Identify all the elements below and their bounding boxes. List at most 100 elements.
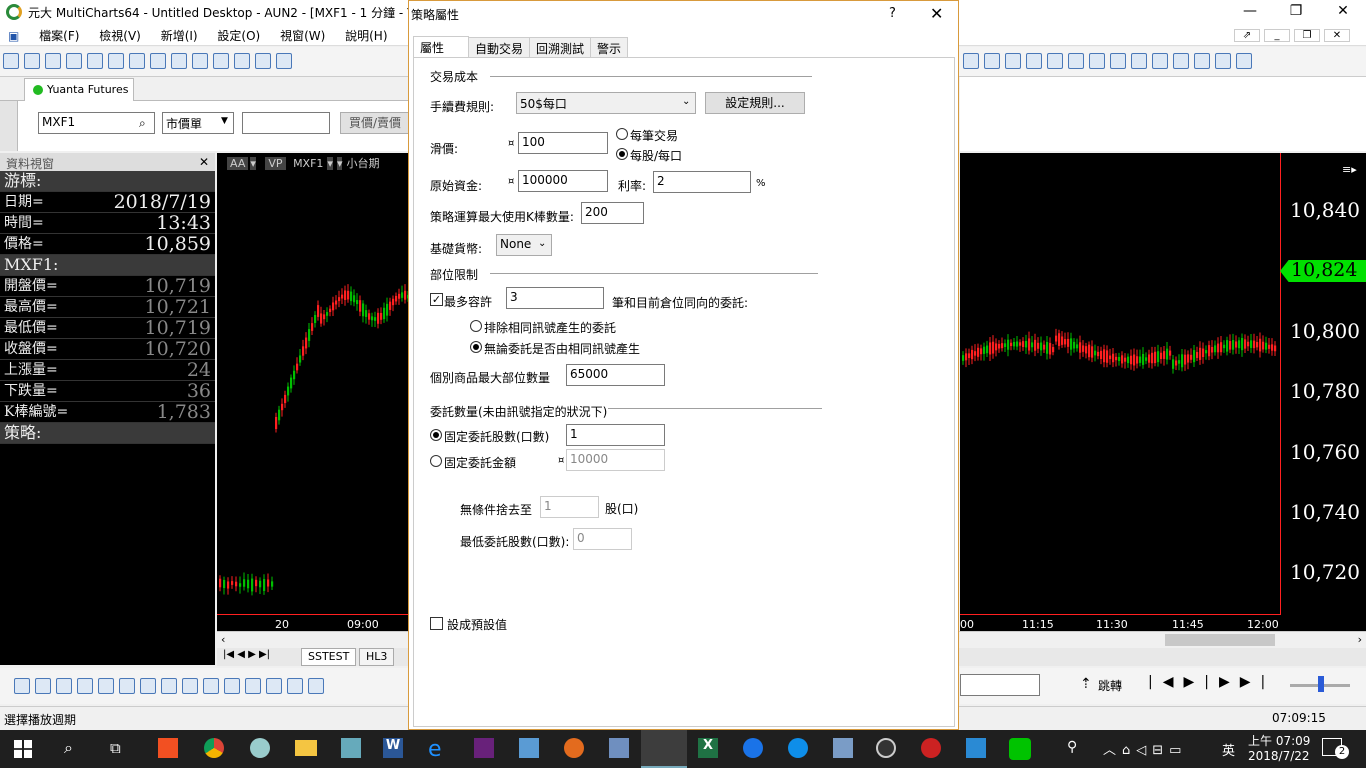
- chart-icon[interactable]: [108, 53, 124, 69]
- menu-settings[interactable]: 設定(O): [209, 24, 268, 47]
- close-icon[interactable]: ✕: [199, 155, 209, 169]
- new-window-icon[interactable]: [3, 53, 19, 69]
- pan-icon[interactable]: [1194, 53, 1210, 69]
- app5-icon[interactable]: [743, 738, 763, 758]
- store-icon[interactable]: [158, 738, 178, 758]
- menu-insert[interactable]: 新增(I): [153, 24, 206, 47]
- ray-icon[interactable]: [77, 678, 93, 694]
- jump-icon[interactable]: ⇡: [1080, 676, 1092, 692]
- max-bars-input[interactable]: 200: [581, 202, 644, 224]
- dom-icon[interactable]: [171, 53, 187, 69]
- tab-backtest[interactable]: 回溯測試: [529, 37, 592, 58]
- app8-icon[interactable]: [966, 738, 986, 758]
- people-icon[interactable]: ⚲: [1067, 739, 1077, 755]
- fib-icon[interactable]: [119, 678, 135, 694]
- mdi-restore-button[interactable]: ❐: [1294, 29, 1320, 42]
- round-down-input[interactable]: 1: [540, 496, 599, 518]
- menu-help[interactable]: 說明(H): [337, 24, 395, 47]
- updown-icon[interactable]: [1026, 53, 1042, 69]
- bid-ask-button[interactable]: 買價/賣價: [340, 112, 410, 134]
- sheet-nav-icon[interactable]: |◀ ◀ ▶ ▶|: [223, 649, 270, 660]
- scroll-right-icon[interactable]: ›: [1358, 633, 1362, 646]
- menu-view[interactable]: 檢視(V): [91, 24, 149, 47]
- price-input[interactable]: [242, 112, 330, 134]
- fixed-shares-input[interactable]: 1: [566, 424, 665, 446]
- line-app-icon[interactable]: [1009, 738, 1031, 760]
- fan-icon[interactable]: [161, 678, 177, 694]
- fee-rule-button[interactable]: 設定規則...: [705, 92, 805, 114]
- minimize-button[interactable]: —: [1227, 0, 1273, 24]
- arc-icon[interactable]: [182, 678, 198, 694]
- app3-icon[interactable]: [564, 738, 584, 758]
- dialog-close-button[interactable]: ✕: [930, 4, 943, 23]
- sound-icon[interactable]: [1236, 53, 1252, 69]
- tab-yuanta-futures[interactable]: Yuanta Futures: [24, 78, 134, 101]
- chrome-icon[interactable]: [204, 738, 224, 758]
- app2-icon[interactable]: [519, 738, 539, 758]
- strategy-icon[interactable]: [255, 53, 271, 69]
- fixed-amount-radio[interactable]: [430, 455, 442, 467]
- ime-indicator[interactable]: 英: [1222, 740, 1235, 759]
- fee-select[interactable]: 50$每口: [516, 92, 696, 114]
- rate-input[interactable]: 2: [653, 171, 751, 193]
- open-icon[interactable]: [45, 53, 61, 69]
- channel-icon[interactable]: [98, 678, 114, 694]
- per-share-radio[interactable]: [616, 148, 628, 160]
- playback-select[interactable]: [960, 674, 1040, 696]
- min-order-input[interactable]: 0: [573, 528, 632, 550]
- task-view-icon[interactable]: ⧉: [110, 739, 121, 757]
- nav-back-icon[interactable]: [984, 53, 1000, 69]
- mdi-popout-button[interactable]: ⇗: [1234, 29, 1260, 42]
- rect-icon[interactable]: [266, 678, 282, 694]
- tab-auto-trade[interactable]: 自動交易: [468, 37, 531, 58]
- start-icon[interactable]: [14, 740, 32, 758]
- menu-window[interactable]: 視窗(W): [272, 24, 333, 47]
- nav-first-icon[interactable]: [963, 53, 979, 69]
- vline-icon[interactable]: [56, 678, 72, 694]
- zoom-in-icon[interactable]: [1152, 53, 1168, 69]
- app-icon[interactable]: [341, 738, 361, 758]
- lock-icon[interactable]: [1131, 53, 1147, 69]
- max-allow-checkbox[interactable]: ✓: [430, 293, 443, 306]
- excel-icon[interactable]: X: [698, 738, 718, 758]
- paint-icon[interactable]: [250, 738, 270, 758]
- exclude-same-signal-radio[interactable]: [470, 320, 482, 332]
- hourglass-icon[interactable]: [1005, 53, 1021, 69]
- set-default-checkbox[interactable]: [430, 617, 443, 630]
- clock-time[interactable]: 上午 07:09: [1248, 732, 1310, 749]
- capital-input[interactable]: 100000: [518, 170, 608, 192]
- save-icon[interactable]: [66, 53, 82, 69]
- sheet-tab-hl3[interactable]: HL3: [359, 648, 395, 666]
- link-icon[interactable]: [1110, 53, 1126, 69]
- max-position-input[interactable]: 65000: [566, 364, 665, 386]
- slippage-input[interactable]: 100: [518, 132, 608, 154]
- max-allow-input[interactable]: 3: [506, 287, 604, 309]
- chart-area-right[interactable]: ≡▸ 10,84010,82010,80010,78010,76010,7401…: [960, 153, 1366, 631]
- quote-icon[interactable]: [150, 53, 166, 69]
- close-button[interactable]: ✕: [1320, 0, 1366, 24]
- book-icon[interactable]: [213, 53, 229, 69]
- arrow-right-icon[interactable]: [1089, 53, 1105, 69]
- report-icon[interactable]: [192, 53, 208, 69]
- mdi-close-button[interactable]: ✕: [1324, 29, 1350, 42]
- obs-icon[interactable]: [876, 738, 896, 758]
- jump-label[interactable]: 跳轉: [1098, 677, 1122, 694]
- per-trade-radio[interactable]: [616, 128, 628, 140]
- text-icon[interactable]: [308, 678, 324, 694]
- speed-slider-thumb[interactable]: [1318, 676, 1324, 692]
- symbol-input[interactable]: MXF1: [38, 112, 155, 134]
- mdi-minimize-button[interactable]: _: [1264, 29, 1290, 42]
- search-icon[interactable]: ⌕: [64, 738, 73, 758]
- any-signal-radio[interactable]: [470, 341, 482, 353]
- search-icon[interactable]: ⌕: [139, 116, 146, 131]
- help-button[interactable]: ?: [889, 6, 896, 21]
- arrow-up-icon[interactable]: [1047, 53, 1063, 69]
- app4-icon[interactable]: [609, 738, 629, 758]
- scroll-thumb[interactable]: [1165, 634, 1275, 646]
- edit-icon[interactable]: [87, 53, 103, 69]
- clock-date[interactable]: 2018/7/22: [1248, 749, 1310, 763]
- sheet-tab-sstest[interactable]: SSTEST: [301, 648, 357, 666]
- cycle-icon[interactable]: [203, 678, 219, 694]
- chart-menu-icon[interactable]: ≡▸: [1342, 163, 1357, 176]
- gann-icon[interactable]: [140, 678, 156, 694]
